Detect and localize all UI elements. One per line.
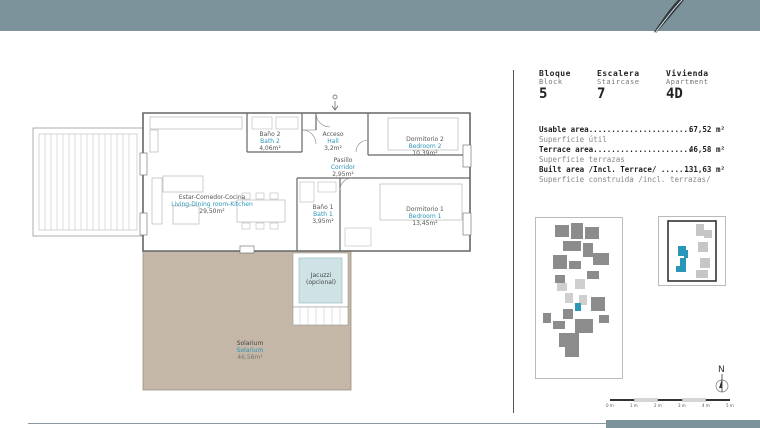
scale-label-0: 0 m	[606, 403, 614, 408]
terrace-area-sub: Superficie terrazas	[539, 155, 725, 164]
room-living-en: Living-Dining room-Kitchen	[171, 201, 253, 208]
escalera-sublabel: Staircase	[597, 78, 640, 86]
built-area-sub: Superficie construida /incl. terrazas/	[539, 175, 725, 184]
room-bath-2-area: 4,06m²	[259, 145, 281, 152]
vivienda-sublabel: Apartment	[666, 78, 709, 86]
footer-bar	[606, 420, 760, 428]
compass-icon	[715, 374, 729, 393]
room-corridor-en: Corridor	[330, 164, 356, 171]
terrace-area-label: Terrace area......................	[539, 145, 693, 154]
usable-area-label: Usable area.......................	[539, 125, 693, 134]
room-bedroom-1-es: Dormitorio 1	[406, 206, 444, 213]
room-jacuzzi: Jacuzzi (opcional)	[296, 272, 346, 286]
scale-label-3: 3 m	[678, 403, 686, 408]
scale-label-1: 1 m	[630, 403, 638, 408]
built-area-label: Built area /Incl. Terrace/ ......	[539, 165, 689, 174]
bloque-label: Bloque	[539, 69, 571, 78]
room-jacuzzi-line2: (opcional)	[306, 279, 336, 286]
bloque-value: 5	[539, 86, 548, 102]
room-bedroom-1-area: 13,45m²	[412, 220, 438, 227]
scale-labels: 0 m 1 m 2 m 3 m 4 m 5 m	[606, 403, 738, 410]
room-bath-1-es: Baño 1	[312, 204, 334, 211]
room-corridor: Pasillo Corridor 2,95m²	[318, 157, 368, 178]
info-bloque: Bloque Block 5	[539, 69, 571, 102]
room-hall-es: Acceso	[322, 131, 344, 138]
usable-area-value: 67,52 m²	[688, 125, 725, 134]
room-bath-2-en: Bath 2	[260, 138, 280, 145]
room-solarium-es: Solarium	[236, 340, 264, 347]
usable-area-sublabel: Superficie útil	[539, 135, 607, 144]
room-corridor-area: 2,95m²	[332, 171, 354, 178]
terrace-area-value: 46,58 m²	[688, 145, 725, 154]
room-living-area: 29,50m²	[199, 208, 225, 215]
room-bedroom-2-es: Dormitorio 2	[406, 136, 444, 143]
room-bedroom-2: Dormitorio 2 Bedroom 2 10,39m²	[395, 136, 455, 157]
info-escalera: Escalera Staircase 7	[597, 69, 640, 102]
info-divider	[513, 70, 514, 413]
escalera-value: 7	[597, 86, 606, 102]
footer-line	[28, 423, 606, 424]
vivienda-label: Vivienda	[666, 69, 709, 78]
scale-label-5: 5 m	[726, 403, 734, 408]
room-bath-1: Baño 1 Bath 1 3,95m²	[298, 204, 348, 225]
built-area-value: 131,63 m²	[684, 165, 725, 174]
room-bedroom-2-area: 10,39m²	[412, 150, 438, 157]
bloque-sublabel: Block	[539, 78, 563, 86]
room-bedroom-1: Dormitorio 1 Bedroom 1 13,45m²	[395, 206, 455, 227]
room-living-es: Estar-Comedor-Cocina	[178, 194, 246, 201]
room-corridor-es: Pasillo	[333, 157, 353, 164]
room-living: Estar-Comedor-Cocina Living-Dining room-…	[157, 194, 267, 215]
terrace-area-row: Terrace area...................... 46,58…	[539, 145, 725, 154]
usable-area-row: Usable area....................... 67,52…	[539, 125, 725, 134]
room-hall-en: Hall	[327, 138, 339, 145]
room-solarium: Solarium Solarium 46,58m²	[220, 340, 280, 361]
header-leaf-decoration	[654, 0, 684, 34]
room-bedroom-2-en: Bedroom 2	[408, 143, 442, 150]
room-solarium-area: 46,58m²	[237, 354, 263, 361]
room-bedroom-1-en: Bedroom 1	[408, 213, 442, 220]
room-bath-2-es: Baño 2	[259, 131, 281, 138]
building-location-map	[535, 217, 623, 379]
room-bath-1-en: Bath 1	[313, 211, 333, 218]
room-bath-2: Baño 2 Bath 2 4,06m²	[245, 131, 295, 152]
built-area-row: Built area /Incl. Terrace/ ...... 131,63…	[539, 165, 725, 174]
room-hall: Acceso Hall 3,2m²	[308, 131, 358, 152]
info-vivienda: Vivienda Apartment 4D	[666, 69, 709, 102]
escalera-label: Escalera	[597, 69, 640, 78]
room-hall-area: 3,2m²	[324, 145, 342, 152]
scale-label-4: 4 m	[702, 403, 710, 408]
built-area-sublabel: Superficie construida /incl. terrazas/	[539, 175, 711, 184]
vivienda-value: 4D	[666, 86, 683, 102]
terrace-area-sublabel: Superficie terrazas	[539, 155, 625, 164]
floor-location-map	[658, 216, 726, 286]
scale-label-2: 2 m	[654, 403, 662, 408]
room-jacuzzi-line1: Jacuzzi	[310, 272, 332, 279]
usable-area-sub: Superficie útil	[539, 135, 725, 144]
room-bath-1-area: 3,95m²	[312, 218, 334, 225]
room-solarium-en: Solarium	[236, 347, 264, 354]
